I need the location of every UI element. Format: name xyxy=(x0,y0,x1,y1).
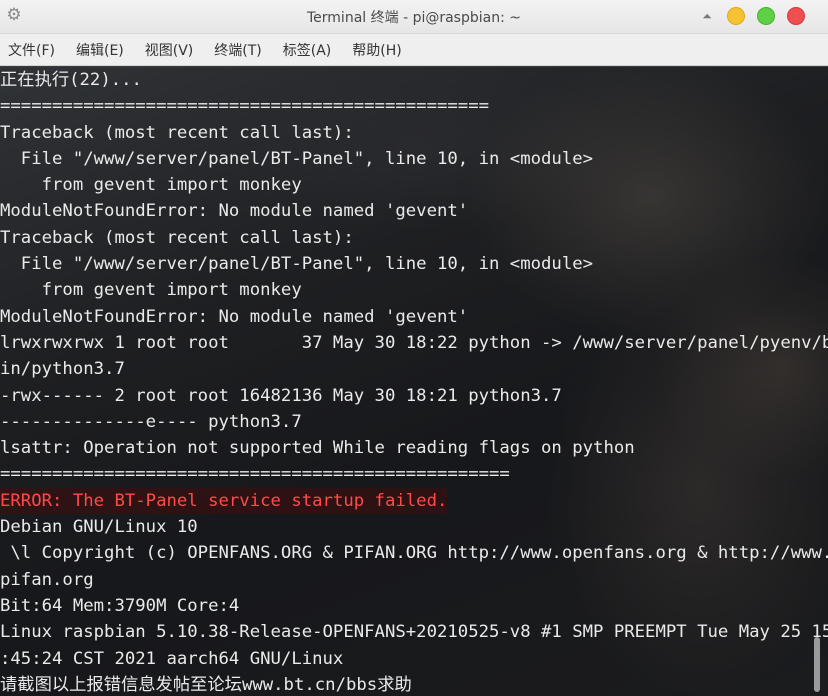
terminal-line: --------------e---- python3.7 xyxy=(0,409,828,435)
terminal-line: File "/www/server/panel/BT-Panel", line … xyxy=(0,146,828,172)
terminal-line-text: Bit:64 Mem:3790M Core:4 xyxy=(0,595,240,616)
terminal-line: lsattr: Operation not supported While re… xyxy=(0,435,828,461)
terminal-line: lrwxrwxrwx 1 root root 37 May 30 18:22 p… xyxy=(0,330,828,356)
terminal-line-text: from gevent import monkey xyxy=(0,280,302,301)
terminal-line: -rwx------ 2 root root 16482136 May 30 1… xyxy=(0,383,828,409)
terminal-line-text: Debian GNU/Linux 10 xyxy=(0,517,198,538)
minimize-button[interactable] xyxy=(727,7,745,25)
terminal-line-text: ModuleNotFoundError: No module named 'ge… xyxy=(0,306,469,327)
terminal-line: ModuleNotFoundError: No module named 'ge… xyxy=(0,198,828,224)
terminal-line-text: 正在执行(22)... xyxy=(0,70,142,90)
scrollbar[interactable] xyxy=(808,67,828,696)
terminal-line-text: lrwxrwxrwx 1 root root 37 May 30 18:22 p… xyxy=(0,332,828,353)
chevron-up-icon[interactable]: ⏶ xyxy=(700,9,714,23)
terminal-line-text: 请截图以上报错信息发帖至论坛www.bt.cn/bbs求助 xyxy=(0,674,412,695)
terminal-line: ERROR: The BT-Panel service startup fail… xyxy=(0,487,828,515)
terminal-line: Traceback (most recent call last): xyxy=(0,120,828,146)
scroll-thumb[interactable] xyxy=(814,637,820,692)
terminal-line: Debian GNU/Linux 10 xyxy=(0,514,828,540)
terminal-line-text: ========================================… xyxy=(0,96,489,117)
terminal-line: ========================================… xyxy=(0,93,828,119)
terminal-line: ========================================… xyxy=(0,461,828,487)
terminal-line: 请截图以上报错信息发帖至论坛www.bt.cn/bbs求助 xyxy=(0,672,828,696)
terminal-line-text: from gevent import monkey xyxy=(0,175,302,196)
menu-edit[interactable]: 编辑(E) xyxy=(76,40,124,60)
terminal-line-text: lsattr: Operation not supported While re… xyxy=(0,438,635,459)
terminal-line: Linux raspbian 5.10.38-Release-OPENFANS+… xyxy=(0,619,828,645)
terminal-line-text: -rwx------ 2 root root 16482136 May 30 1… xyxy=(0,385,562,406)
menu-bar: 文件(F) 编辑(E) 视图(V) 终端(T) 标签(A) 帮助(H) xyxy=(0,34,828,66)
terminal-line-text: File "/www/server/panel/BT-Panel", line … xyxy=(0,148,594,169)
terminal-line-text: Traceback (most recent call last): xyxy=(0,122,354,143)
terminal-line: Traceback (most recent call last): xyxy=(0,225,828,251)
menu-view[interactable]: 视图(V) xyxy=(145,40,194,60)
terminal-line-text: pifan.org xyxy=(0,569,94,590)
close-button[interactable] xyxy=(787,7,805,25)
terminal-line-text: --------------e---- python3.7 xyxy=(0,411,302,432)
terminal-line-text: :45:24 CST 2021 aarch64 GNU/Linux xyxy=(0,648,344,669)
terminal-line: 正在执行(22)... xyxy=(0,67,828,93)
menu-terminal[interactable]: 终端(T) xyxy=(214,40,261,60)
terminal-line: from gevent import monkey xyxy=(0,172,828,198)
terminal-line-text: File "/www/server/panel/BT-Panel", line … xyxy=(0,254,594,275)
menu-tabs[interactable]: 标签(A) xyxy=(283,40,332,60)
terminal-line: ModuleNotFoundError: No module named 'ge… xyxy=(0,304,828,330)
maximize-button[interactable] xyxy=(757,7,775,25)
menu-help[interactable]: 帮助(H) xyxy=(352,40,401,60)
terminal-output[interactable]: 正在执行(22)... =============================… xyxy=(0,67,828,696)
terminal-line: File "/www/server/panel/BT-Panel", line … xyxy=(0,251,828,277)
error-message: ERROR: The BT-Panel service startup fail… xyxy=(0,487,448,515)
terminal-text: 正在执行(22)... =============================… xyxy=(0,67,828,696)
terminal-line: pifan.org xyxy=(0,567,828,593)
terminal-line: Bit:64 Mem:3790M Core:4 xyxy=(0,593,828,619)
menu-file[interactable]: 文件(F) xyxy=(8,40,55,60)
terminal-line: in/python3.7 xyxy=(0,356,828,382)
terminal-line-text: \l Copyright (c) OPENFANS.ORG & PIFAN.OR… xyxy=(0,543,828,564)
terminal-line-text: Linux raspbian 5.10.38-Release-OPENFANS+… xyxy=(0,622,828,643)
terminal-line: :45:24 CST 2021 aarch64 GNU/Linux xyxy=(0,646,828,672)
terminal-line-text: Traceback (most recent call last): xyxy=(0,227,354,248)
terminal-line-text: ModuleNotFoundError: No module named 'ge… xyxy=(0,201,469,222)
terminal-line: \l Copyright (c) OPENFANS.ORG & PIFAN.OR… xyxy=(0,540,828,566)
terminal-line: from gevent import monkey xyxy=(0,277,828,303)
title-bar: ⚙ Terminal 终端 - pi@raspbian: ~ ⏶ xyxy=(0,0,828,34)
terminal-line-text: ========================================… xyxy=(0,464,510,485)
terminal-line-text: in/python3.7 xyxy=(0,359,125,380)
